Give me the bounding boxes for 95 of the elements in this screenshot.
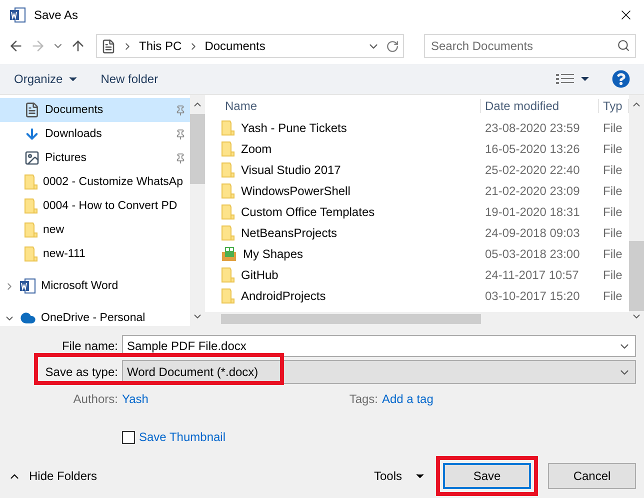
authors-link[interactable]: Yash: [122, 392, 322, 406]
hide-folders-button[interactable]: Hide Folders: [8, 469, 98, 483]
file-row[interactable]: Yash - Pune Tickets 23-08-2020 23:59 File: [205, 117, 629, 138]
folder-icon: [221, 162, 235, 178]
file-name: Yash - Pune Tickets: [241, 120, 347, 134]
save-button[interactable]: Save: [443, 463, 531, 489]
tools-button[interactable]: Tools: [374, 469, 426, 483]
file-name: Custom Office Templates: [241, 204, 375, 218]
date-cell-text: 19-01-2020 18:31: [484, 204, 581, 218]
sidebar-item[interactable]: Downloads: [0, 122, 190, 146]
file-name: WindowsPowerShell: [241, 184, 350, 198]
date-cell-text: 24-11-2017 10:57: [484, 268, 580, 282]
sidebar-item[interactable]: OneDrive - Personal: [0, 306, 190, 326]
folder-icon: [221, 120, 235, 136]
organize-button[interactable]: Organize: [14, 72, 79, 86]
search-field[interactable]: Search Documents: [424, 34, 636, 58]
save-type-dropdown[interactable]: Word Document (*.docx): [122, 360, 636, 384]
up-icon[interactable]: [70, 38, 86, 54]
file-row[interactable]: NetBeansProjects 24-09-2018 09:03 File: [205, 222, 629, 243]
date-cell-text: 16-05-2020 13:26: [484, 142, 581, 156]
cloud-icon: [20, 310, 36, 326]
type-cell-text: File: [602, 268, 624, 282]
column-header[interactable]: Name: [221, 99, 481, 113]
folder-icon: [24, 198, 38, 214]
new-folder-button[interactable]: New folder: [100, 72, 158, 86]
column-header[interactable]: Date modified: [481, 99, 599, 113]
folder-icon: [24, 222, 38, 238]
field-label: File name:: [60, 339, 119, 353]
folder-icon: [24, 174, 38, 190]
type-cell-text: File: [602, 184, 624, 198]
type-cell-text: File: [602, 246, 624, 260]
file-name: Zoom: [241, 142, 272, 156]
date-cell-text: 03-10-2017 15:20: [484, 288, 581, 302]
shapes-folder-icon: [221, 246, 237, 262]
file-row[interactable]: GitHub 24-11-2017 10:57 File: [205, 264, 629, 285]
search-icon: [617, 39, 630, 52]
file-name: GitHub: [241, 268, 278, 282]
file-row[interactable]: My Shapes 05-03-2018 23:00 File: [205, 243, 629, 264]
file-name-field[interactable]: Sample PDF File.docx: [122, 335, 636, 357]
folder-icon: [24, 246, 38, 262]
date-cell-text: 05-03-2018 23:00: [484, 246, 581, 260]
file-name: AndroidProjects: [241, 288, 326, 302]
date-cell-text: 23-08-2020 23:59: [484, 120, 581, 134]
breadcrumb[interactable]: Documents: [204, 39, 266, 53]
folder-icon: [221, 140, 235, 156]
sidebar-item[interactable]: new: [0, 218, 190, 242]
sidebar-item[interactable]: Documents: [0, 98, 190, 122]
document-icon: [24, 102, 40, 118]
word-icon: [20, 278, 36, 294]
document-icon: [101, 38, 116, 54]
date-cell-text: 21-02-2020 23:09: [484, 184, 581, 198]
add-tag-link[interactable]: Add a tag: [382, 392, 434, 406]
file-name: Visual Studio 2017: [241, 162, 341, 176]
word-app-icon: [10, 7, 26, 23]
type-cell-text: File: [602, 142, 624, 156]
file-row[interactable]: Visual Studio 2017 25-02-2020 22:40 File: [205, 159, 629, 180]
scrollbar[interactable]: [190, 95, 205, 326]
folder-icon: [221, 182, 235, 198]
date-cell-text: 25-02-2020 22:40: [484, 162, 581, 176]
file-name: NetBeansProjects: [241, 226, 338, 240]
folder-icon: [221, 266, 235, 282]
folder-icon: [221, 288, 235, 304]
type-cell-text: File: [602, 162, 624, 176]
checkbox[interactable]: [122, 430, 135, 444]
field-label: Authors:: [72, 392, 119, 406]
type-cell-text: File: [602, 204, 624, 218]
file-row[interactable]: WindowsPowerShell 21-02-2020 23:09 File: [205, 180, 629, 201]
refresh-icon[interactable]: [386, 40, 399, 52]
type-cell-text: File: [602, 120, 624, 134]
cancel-button[interactable]: Cancel: [548, 463, 636, 489]
folder-icon: [221, 204, 235, 220]
save-thumbnail-label[interactable]: Save Thumbnail: [139, 430, 226, 444]
file-row[interactable]: AndroidProjects 03-10-2017 15:20 File: [205, 285, 629, 306]
sidebar-item[interactable]: Pictures: [0, 146, 190, 170]
file-list-scrollbar[interactable]: [629, 95, 644, 326]
back-icon[interactable]: [8, 38, 24, 54]
field-label: Save as type:: [44, 365, 119, 379]
breadcrumb[interactable]: This PC: [139, 39, 182, 53]
file-row[interactable]: Custom Office Templates 19-01-2020 18:31 File: [205, 201, 629, 222]
view-options-icon[interactable]: [556, 73, 590, 85]
address-bar[interactable]: This PC Documents: [96, 34, 404, 58]
window-title: Save As: [34, 8, 80, 22]
type-cell-text: File: [602, 288, 624, 302]
sidebar-item[interactable]: new-111: [0, 242, 190, 266]
date-cell-text: 24-09-2018 09:03: [484, 226, 581, 240]
field-label: Tags:: [348, 392, 379, 406]
sidebar-item[interactable]: Microsoft Word: [0, 274, 190, 298]
folder-icon: [221, 224, 235, 240]
sidebar-item[interactable]: 0002 - Customize WhatsAp: [0, 170, 190, 194]
sidebar-item[interactable]: 0004 - How to Convert PD: [0, 194, 190, 218]
type-cell-text: File: [602, 226, 624, 240]
file-row[interactable]: Zoom 16-05-2020 13:26 File: [205, 138, 629, 159]
file-name: My Shapes: [243, 246, 304, 260]
help-icon[interactable]: [612, 70, 630, 88]
picture-icon: [24, 150, 40, 166]
